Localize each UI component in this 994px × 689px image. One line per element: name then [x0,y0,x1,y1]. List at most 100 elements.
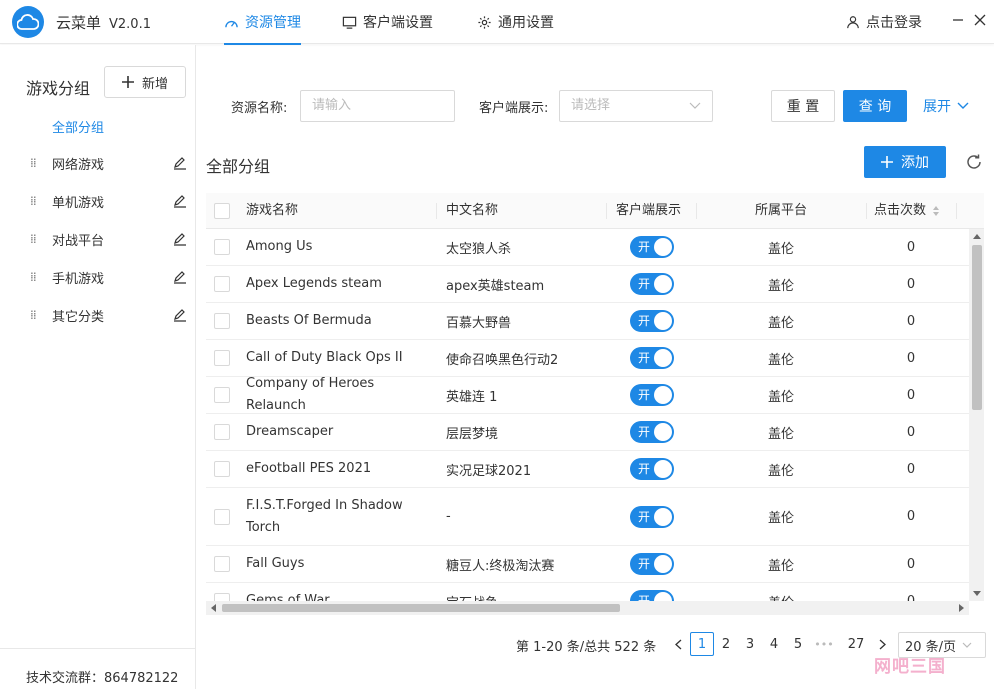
row-checkbox[interactable] [214,424,230,440]
close-icon [974,14,986,26]
scroll-right-icon[interactable] [959,604,965,612]
scroll-left-icon[interactable] [210,604,216,612]
row-checkbox[interactable] [214,556,230,572]
column-clicks[interactable]: 点击次数 [866,193,940,229]
row-checkbox[interactable] [214,508,230,525]
page-5[interactable]: 5 [786,632,810,656]
chevron-down-icon [689,102,701,109]
sidebar-item-mobile-games[interactable]: ⁞⁞ 手机游戏 [30,263,190,291]
minimize-button[interactable] [948,10,968,30]
client-display-toggle[interactable]: 开 [630,458,674,480]
edit-icon[interactable] [170,232,190,246]
clicks-cell: 0 [906,556,916,572]
sidebar-item-all[interactable]: 全部分组 [52,117,104,136]
row-checkbox[interactable] [214,313,230,329]
platform-cell: 盖伦 [767,511,794,526]
page-1[interactable]: 1 [690,632,714,656]
client-display-toggle[interactable]: 开 [630,347,674,369]
login-button[interactable]: 点击登录 [846,12,922,32]
tab-general-settings[interactable]: 通用设置 [477,12,554,32]
page-2[interactable]: 2 [714,632,738,656]
column-game-name: 游戏名称 [246,203,299,218]
edit-icon[interactable] [170,270,190,284]
edit-icon[interactable] [170,194,190,208]
chinese-name-cell: apex英雄steam [446,278,545,294]
chinese-name-cell: 英雄连 1 [446,389,498,405]
drag-handle-icon[interactable]: ⁞⁞ [30,194,52,208]
monitor-icon [342,16,357,29]
sort-icon[interactable] [932,205,940,217]
top-bar: 云菜单 V2.0.1 资源管理 客户端设置 通用设置 点击登录 [0,0,994,45]
scroll-down-icon[interactable] [973,591,981,597]
minimize-icon [953,19,963,21]
gauge-icon [225,20,238,27]
horizontal-scroll-thumb[interactable] [222,604,620,612]
expand-toggle[interactable]: 展开 [923,96,969,116]
tab-client-settings[interactable]: 客户端设置 [342,12,433,32]
tab-resource-management[interactable]: 资源管理 [224,12,301,45]
game-name-cell: Call of Duty Black Ops II [246,350,403,365]
client-display-label: 客户端展示: [479,101,549,116]
drag-handle-icon[interactable]: ⁞⁞ [30,270,52,284]
client-display-toggle[interactable]: 开 [630,505,674,528]
chevron-down-icon [957,102,969,109]
row-checkbox[interactable] [214,350,230,366]
plus-icon [121,76,134,88]
close-button[interactable] [970,10,990,30]
select-all-checkbox[interactable] [214,203,230,219]
drag-handle-icon[interactable]: ⁞⁞ [30,232,52,246]
toggle-label: 开 [638,314,651,328]
sidebar-item-other-categories[interactable]: ⁞⁞ 其它分类 [30,301,190,329]
platform-cell: 盖伦 [767,426,794,442]
resource-name-input[interactable]: 请输入 [300,90,455,122]
client-display-toggle[interactable]: 开 [630,421,674,443]
column-platform: 所属平台 [696,193,866,229]
client-display-toggle[interactable]: 开 [630,310,674,332]
page-ellipsis[interactable]: ••• [812,632,836,656]
clicks-cell: 0 [906,424,916,440]
row-checkbox[interactable] [214,461,230,477]
scroll-up-icon[interactable] [973,233,981,239]
table-header: 游戏名称 中文名称 客户端展示 所属平台 点击次数 [206,193,984,229]
new-group-button[interactable]: 新增 [104,66,186,98]
row-checkbox[interactable] [214,276,230,292]
toggle-knob [654,275,672,293]
edit-icon[interactable] [170,308,190,322]
chinese-name-cell: 糖豆人:终极淘汰赛 [446,558,555,574]
client-display-toggle[interactable]: 开 [630,273,674,295]
chinese-name-cell: 百慕大野兽 [446,315,512,331]
row-checkbox[interactable] [214,239,230,255]
app-version: V2.0.1 [109,17,151,32]
table-row: Call of Duty Black Ops II 使命召唤黑色行动2 开 盖伦 0 [206,340,984,377]
client-display-toggle[interactable]: 开 [630,384,674,406]
toggle-knob [654,555,672,573]
plus-icon [881,156,893,168]
add-button[interactable]: 添加 [864,146,946,178]
sidebar-item-battle-platforms[interactable]: ⁞⁞ 对战平台 [30,225,190,253]
reset-button[interactable]: 重 置 [771,90,835,122]
game-name-cell: F.I.S.T.Forged In Shadow Torch [246,497,403,535]
platform-cell: 盖伦 [767,352,794,368]
client-display-toggle[interactable]: 开 [630,236,674,258]
client-display-select[interactable]: 请选择 [559,90,713,122]
page-3[interactable]: 3 [738,632,762,656]
prev-page-button[interactable] [666,632,690,656]
refresh-icon[interactable] [964,152,984,172]
drag-handle-icon[interactable]: ⁞⁞ [30,308,52,322]
sidebar-item-single-games[interactable]: ⁞⁞ 单机游戏 [30,187,190,215]
horizontal-scrollbar[interactable] [206,601,969,615]
query-button[interactable]: 查 询 [843,90,907,122]
resource-table: 游戏名称 中文名称 客户端展示 所属平台 点击次数 Among Us 太空狼人杀开… [206,193,984,615]
page-27[interactable]: 27 [844,632,868,656]
page-4[interactable]: 4 [762,632,786,656]
drag-handle-icon[interactable]: ⁞⁞ [30,156,52,170]
sidebar-item-online-games[interactable]: ⁞⁞ 网络游戏 [30,149,190,177]
vertical-scroll-thumb[interactable] [972,245,982,410]
row-checkbox[interactable] [214,387,230,403]
edit-icon[interactable] [170,156,190,170]
client-display-toggle[interactable]: 开 [630,553,674,575]
vertical-scrollbar[interactable] [969,229,984,601]
pagination-summary: 第 1-20 条/总共 522 条 [516,639,657,655]
column-client-display: 客户端展示 [606,193,681,229]
section-title: 全部分组 [206,157,271,176]
